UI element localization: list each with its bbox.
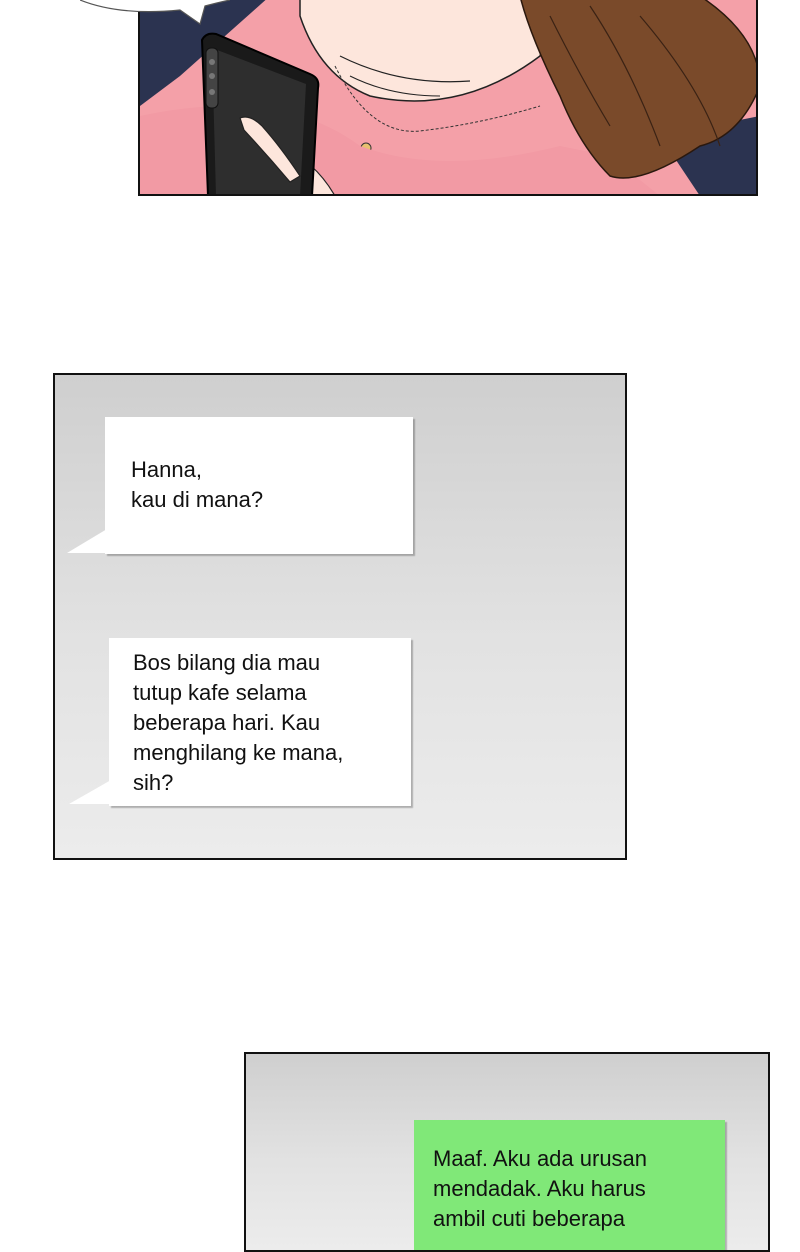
message-text-line: kau di mana?	[131, 487, 264, 512]
message-text-line: Maaf. Aku ada urusan	[433, 1146, 648, 1171]
message-text-line: Bos bilang dia mau	[133, 650, 321, 675]
phone-illustration	[200, 32, 320, 194]
message-text-line: ambil cuti beberapa	[433, 1206, 626, 1231]
message-text-line: menghilang ke mana,	[133, 740, 344, 765]
message-bubble-incoming: Bos bilang dia mau tutup kafe selama beb…	[109, 638, 411, 806]
speech-bubble-tail	[80, 0, 230, 25]
message-bubble-outgoing: Maaf. Aku ada urusan mendadak. Aku harus…	[414, 1120, 725, 1250]
message-text-line: mendadak. Aku harus	[433, 1176, 646, 1201]
comic-panel-top	[138, 0, 758, 196]
message-text-line: Hanna,	[131, 457, 202, 482]
message-bubble-incoming: Hanna, kau di mana?	[105, 417, 413, 554]
message-text-line: tutup kafe selama	[133, 680, 307, 705]
bubble-tail-left	[69, 780, 111, 804]
message-text-line: beberapa hari. Kau	[133, 710, 321, 735]
chat-panel-incoming: Hanna, kau di mana? Bos bilang dia mau t…	[53, 373, 627, 860]
chat-panel-outgoing: Maaf. Aku ada urusan mendadak. Aku harus…	[244, 1052, 770, 1252]
message-text-line: sih?	[133, 770, 174, 795]
character-illustration	[140, 0, 756, 194]
bubble-tail-left	[67, 529, 107, 553]
